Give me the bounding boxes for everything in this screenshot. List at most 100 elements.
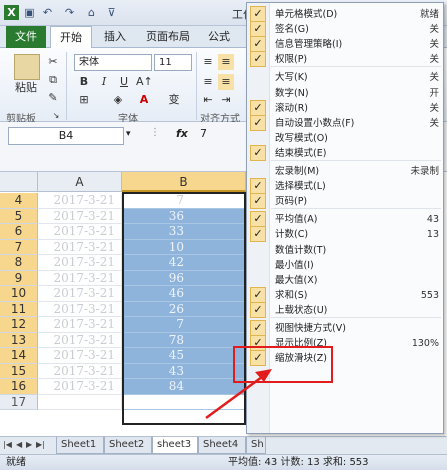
row-header[interactable]: 10 [0, 286, 38, 302]
first-sheet-icon[interactable]: |◀ [3, 440, 12, 449]
prev-sheet-icon[interactable]: ◀ [16, 440, 22, 449]
align-middle-icon[interactable]: ≡ [218, 54, 234, 70]
menu-separator [271, 160, 441, 161]
tab-home[interactable]: 开始 [50, 26, 92, 50]
cell-a[interactable]: 2017-3-21 [38, 348, 122, 364]
cell-a[interactable]: 2017-3-21 [38, 317, 122, 333]
cell-b[interactable] [122, 394, 246, 410]
italic-button[interactable]: I [96, 74, 112, 90]
tab-insert[interactable]: 插入 [98, 26, 132, 48]
sheet-tab-sheet1[interactable]: Sheet1 [56, 437, 104, 454]
cell-b[interactable]: 46 [122, 286, 246, 302]
cell-b[interactable]: 10 [122, 239, 246, 255]
qat-dropdown-icon[interactable]: ⊽ [104, 5, 119, 20]
sheet-tab-bar: |◀ ◀ ▶ ▶| Sheet1 Sheet2 sheet3 Sheet4 Sh [0, 436, 447, 454]
sheet-tab-sheet3[interactable]: sheet3 [152, 437, 198, 454]
row-header[interactable]: 11 [0, 301, 38, 317]
font-name-combo[interactable]: 宋体 [74, 54, 152, 71]
last-sheet-icon[interactable]: ▶| [36, 440, 45, 449]
row-header[interactable]: 15 [0, 363, 38, 379]
align-top-icon[interactable]: ≡ [200, 54, 216, 70]
row-header[interactable]: 5 [0, 208, 38, 224]
cell-a[interactable]: 2017-3-21 [38, 193, 122, 209]
formula-bar-separator-icon: ⋮ [150, 127, 160, 138]
copy-icon[interactable]: ⧉ [46, 72, 60, 88]
bold-button[interactable]: B [76, 74, 92, 90]
format-painter-icon[interactable]: ✎ [46, 90, 60, 106]
sheet-tab-sheet2[interactable]: Sheet2 [104, 437, 152, 454]
increase-indent-icon[interactable]: ⇥ [218, 92, 234, 108]
cell-b[interactable]: 96 [122, 270, 246, 286]
cell-b[interactable]: 7 [122, 317, 246, 333]
menu-separator [271, 317, 441, 318]
checkmark-icon: ✓ [250, 301, 266, 318]
next-sheet-icon[interactable]: ▶ [26, 440, 32, 449]
excel-app-icon: X [4, 5, 19, 20]
undo-icon[interactable]: ↶ [40, 5, 55, 20]
select-all-corner[interactable] [0, 172, 38, 192]
name-box[interactable]: B4 [8, 127, 124, 145]
row-header[interactable]: 17 [0, 394, 38, 410]
quick-print-icon[interactable]: ⌂ [84, 5, 99, 20]
row-header[interactable]: 4 [0, 193, 38, 209]
cell-b[interactable]: 43 [122, 363, 246, 379]
status-summary: 平均值: 43 计数: 13 求和: 553 [228, 457, 369, 468]
font-color-button[interactable]: A [136, 92, 152, 108]
cell-a[interactable]: 2017-3-21 [38, 286, 122, 302]
cell-b[interactable]: 36 [122, 208, 246, 224]
cell-a[interactable]: 2017-3-21 [38, 379, 122, 395]
font-size-combo[interactable]: 11 [154, 54, 192, 71]
decrease-indent-icon[interactable]: ⇤ [200, 92, 216, 108]
group-separator [196, 52, 197, 120]
row-header[interactable]: 7 [0, 239, 38, 255]
checkmark-icon: ✓ [250, 51, 266, 68]
cell-a[interactable]: 2017-3-21 [38, 363, 122, 379]
cell-b[interactable]: 33 [122, 224, 246, 240]
row-header[interactable]: 6 [0, 224, 38, 240]
cell-b[interactable]: 45 [122, 348, 246, 364]
tab-file[interactable]: 文件 [6, 26, 46, 48]
row-header[interactable]: 8 [0, 255, 38, 271]
save-icon[interactable]: ▣ [22, 5, 37, 20]
cell-a[interactable]: 2017-3-21 [38, 301, 122, 317]
formula-input[interactable]: 7 [200, 127, 207, 140]
align-center-icon[interactable]: ≡ [218, 74, 234, 90]
column-header-b[interactable]: B [122, 172, 246, 192]
insert-function-button[interactable]: fx [176, 127, 188, 140]
paste-button[interactable]: 粘贴 [6, 80, 46, 96]
cell-a[interactable]: 2017-3-21 [38, 239, 122, 255]
border-icon[interactable]: ⊞ [76, 92, 92, 108]
phonetic-guide-button[interactable]: 变 [166, 92, 182, 108]
row-header[interactable]: 14 [0, 348, 38, 364]
paste-icon[interactable] [14, 54, 40, 80]
tab-formulas[interactable]: 公式 [202, 26, 236, 48]
cell-a[interactable]: 2017-3-21 [38, 208, 122, 224]
cell-a[interactable] [38, 394, 122, 410]
row-header[interactable]: 13 [0, 332, 38, 348]
column-header-a[interactable]: A [38, 172, 122, 192]
cell-a[interactable]: 2017-3-21 [38, 224, 122, 240]
underline-button[interactable]: U [116, 74, 132, 90]
cell-b[interactable]: 42 [122, 255, 246, 271]
cell-b[interactable]: 26 [122, 301, 246, 317]
sheet-tab-partial[interactable]: Sh [246, 437, 266, 454]
row-header[interactable]: 16 [0, 379, 38, 395]
row-header[interactable]: 9 [0, 270, 38, 286]
fill-color-icon[interactable]: ◈ [110, 92, 126, 108]
cell-b[interactable]: 78 [122, 332, 246, 348]
cell-b[interactable]: 7 [122, 193, 246, 209]
name-box-dropdown-icon[interactable]: ▾ [126, 129, 131, 139]
sheet-tab-sheet4[interactable]: Sheet4 [198, 437, 246, 454]
status-bar[interactable]: 就绪 平均值: 43 计数: 13 求和: 553 [0, 454, 447, 470]
font-grow-icon[interactable]: A↑ [136, 74, 153, 90]
row-header[interactable]: 12 [0, 317, 38, 333]
group-separator [66, 52, 67, 120]
cell-a[interactable]: 2017-3-21 [38, 270, 122, 286]
cell-a[interactable]: 2017-3-21 [38, 332, 122, 348]
cut-icon[interactable]: ✂ [46, 54, 60, 70]
cell-a[interactable]: 2017-3-21 [38, 255, 122, 271]
tab-page-layout[interactable]: 页面布局 [138, 26, 198, 48]
cell-b[interactable]: 84 [122, 379, 246, 395]
redo-icon[interactable]: ↷ [62, 5, 77, 20]
align-left-icon[interactable]: ≡ [200, 74, 216, 90]
